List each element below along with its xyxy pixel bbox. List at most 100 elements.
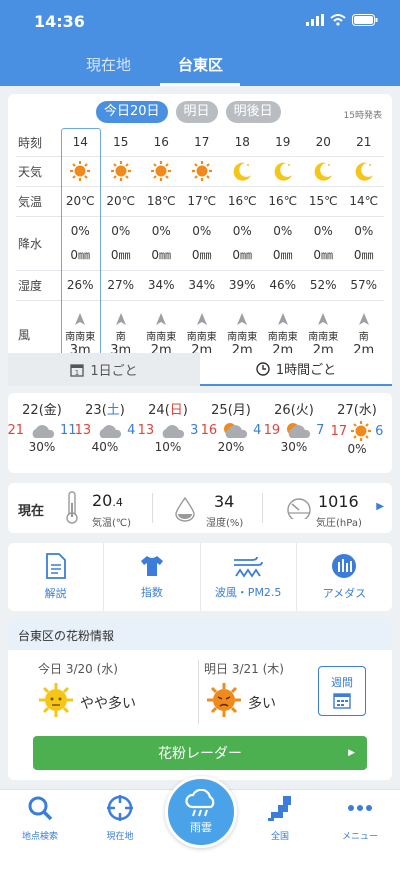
paren: ) [56, 403, 62, 418]
pollen-tomorrow-level: 多い [248, 696, 276, 712]
pollen-header: 台東区の花粉情報 [8, 620, 392, 650]
wind_dir: 南南東 [146, 331, 177, 343]
weekly-day[interactable]: 25(月) 16 4 20% [199, 399, 263, 454]
commentary-button[interactable]: 解説 [8, 543, 105, 611]
wind-arrow-icon [277, 312, 288, 325]
play-arrow-icon: ▶ [348, 748, 355, 758]
humidity-drop-icon [175, 496, 195, 522]
weekly-day[interactable]: 23(土) 13 4 40% [73, 399, 137, 454]
weekly-day[interactable]: 27(水) 17 6 0% [325, 399, 389, 456]
bar-chart-circle-icon [332, 554, 357, 578]
low-temp: 4 [253, 422, 262, 438]
status-bar: 14:36 [0, 0, 400, 44]
day-tabs: 今日20日 明日 明後日 [96, 101, 281, 123]
weekly-pollen-button[interactable]: 週間 [318, 666, 366, 716]
daily-view-label: 1日ごと [90, 364, 138, 379]
weekly-day[interactable]: 24(日) 13 3 10% [136, 399, 200, 454]
cell-weather [263, 156, 304, 186]
low-temp: 6 [375, 423, 384, 439]
date-number: 25 [211, 403, 228, 418]
pollen-today-level: やや多い [80, 696, 136, 712]
battery-icon [352, 14, 378, 26]
nav-rain-radar-button[interactable]: 雨雲 [165, 776, 237, 848]
moon-icon [274, 162, 292, 181]
cell-weather [303, 156, 344, 186]
nav-nationwide[interactable]: 全国 [245, 794, 315, 842]
wind-arrow-icon [237, 312, 248, 325]
sun-cloud-icon [224, 423, 248, 438]
pollen-radar-button[interactable]: 花粉レーダー ▶ [33, 736, 367, 770]
precip_mm: 0㎜ [151, 247, 172, 262]
amedas-button[interactable]: アメダス [297, 543, 392, 611]
day-of-week: 金 [43, 403, 57, 418]
precip_pct: 0% [111, 223, 131, 238]
nav-menu[interactable]: メニュー [325, 794, 395, 842]
cell-humidity: 34% [141, 270, 182, 300]
cell-weather [222, 156, 263, 186]
day-of-week: 月 [232, 403, 246, 418]
weather-icon [220, 420, 250, 440]
nav-current-location[interactable]: 現在地 [85, 794, 155, 842]
chevron-right-icon[interactable]: ▶ [376, 501, 384, 512]
current-hour-highlight [61, 128, 101, 369]
daily-view-button[interactable]: 1 1日ごと [8, 353, 200, 386]
sun-icon [191, 161, 212, 181]
precip_pct: 0% [151, 223, 171, 238]
tab-tomorrow[interactable]: 明日 [175, 101, 218, 123]
hourly-view-button[interactable]: 1時間ごと [200, 353, 392, 386]
value: 16℃ [268, 194, 298, 208]
weekly-temps: 13 3 [136, 420, 200, 440]
sun-icon [110, 161, 131, 181]
date-number: 24 [148, 403, 165, 418]
row-label: 天気 [18, 164, 43, 179]
cloud-icon [99, 425, 122, 438]
wave-wind-pm25-button[interactable]: 波風・PM2.5 [201, 543, 297, 611]
cell-temp: 16℃ [263, 186, 304, 216]
pollen-face-yellow-icon [39, 683, 73, 717]
current-temperature: 20.4 [92, 491, 123, 510]
weekly-temps: 16 4 [199, 420, 263, 440]
cell-precip: 0% 0㎜ [263, 216, 304, 270]
calendar-grid-icon [333, 692, 351, 709]
hourly-view-label: 1時間ごと [275, 363, 337, 378]
view-switch: 1 1日ごと 1時間ごと [8, 353, 392, 386]
tab-today[interactable]: 今日20日 [96, 101, 168, 123]
moon-icon [314, 162, 333, 181]
high-temp: 16 [200, 422, 218, 438]
wifi-icon [330, 14, 346, 26]
pressure-unit: 気圧(hPa) [316, 518, 362, 529]
precip-chance: 0% [347, 442, 367, 456]
tab-taito-ku[interactable]: 台東区 [178, 54, 223, 75]
tab-current-location[interactable]: 現在地 [86, 54, 131, 75]
weekly-temps: 21 11 [7, 420, 77, 440]
pollen-tomorrow-date: 明日 3/21 (木) [204, 662, 284, 676]
value: 17℃ [187, 194, 217, 208]
paren: ) [371, 403, 377, 418]
low-temp: 3 [190, 422, 199, 438]
moon-icon [355, 162, 373, 181]
sun-icon [351, 421, 372, 441]
cell-temp: 14℃ [344, 186, 385, 216]
weekly-day[interactable]: 26(火) 19 7 30% [262, 399, 326, 454]
weekly-temps: 19 7 [262, 420, 326, 440]
sun-icon [151, 161, 172, 181]
cell-humidity: 27% [101, 270, 142, 300]
weekly-day[interactable]: 22(金) 21 11 30% [7, 399, 77, 454]
paren: ) [245, 403, 251, 418]
row-label: 湿度 [18, 278, 43, 293]
more-dots-icon [348, 805, 372, 811]
clock-icon [256, 361, 270, 376]
cell-temp: 18℃ [141, 186, 182, 216]
weather-icon [283, 420, 313, 440]
value: 15 [113, 135, 129, 149]
precip_pct: 0% [192, 223, 212, 238]
cell-temp: 17℃ [182, 186, 223, 216]
pollen-card: 台東区の花粉情報 今日 3/20 (水) やや多い 明日 3/21 (木) 多い… [8, 620, 392, 780]
index-button[interactable]: 指数 [104, 543, 201, 611]
current-humidity: 34 [214, 492, 235, 511]
pollen-today-date: 今日 3/20 (水) [38, 662, 118, 676]
current-conditions-card[interactable]: 現在 20.4 気温(℃) 34 湿度(%) 1016 気圧(hPa) ▶ [8, 483, 392, 533]
nav-location-search[interactable]: 地点検索 [5, 794, 75, 842]
issued-time: 15時発表 [343, 111, 382, 121]
tab-day-after-tomorrow[interactable]: 明後日 [225, 101, 281, 123]
